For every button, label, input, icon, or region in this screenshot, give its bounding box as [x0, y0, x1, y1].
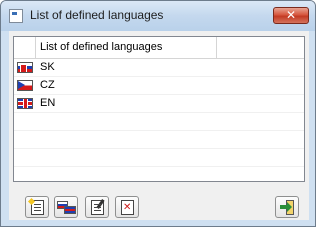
- delete-document-icon: [121, 200, 134, 215]
- language-code: EN: [40, 97, 56, 109]
- edit-document-icon: [91, 200, 104, 215]
- window-app-icon: [9, 9, 23, 23]
- slovakia-flag-icon: [17, 62, 33, 73]
- language-code: SK: [40, 61, 55, 73]
- exit-door-icon: [280, 200, 295, 215]
- list-header: List of defined languages: [14, 37, 304, 59]
- dialog-window: List of defined languages ✕ List of defi…: [0, 0, 316, 227]
- list-empty-row: [14, 131, 304, 149]
- list-empty-row: [14, 113, 304, 131]
- title-bar[interactable]: List of defined languages ✕: [1, 1, 315, 31]
- dialog-client-area: List of defined languages SK CZ EN: [9, 31, 309, 220]
- languages-button[interactable]: [54, 196, 78, 218]
- close-button[interactable]: ✕: [273, 7, 309, 24]
- czech-flag-icon: [17, 80, 33, 91]
- language-code: CZ: [40, 79, 55, 91]
- exit-button[interactable]: [275, 196, 299, 218]
- list-item-cz[interactable]: CZ: [14, 77, 304, 95]
- delete-language-button[interactable]: [115, 196, 139, 218]
- list-item-sk[interactable]: SK: [14, 59, 304, 77]
- list-item-en[interactable]: EN: [14, 95, 304, 113]
- list-header-languages-column[interactable]: List of defined languages: [36, 37, 217, 58]
- edit-language-button[interactable]: [85, 196, 109, 218]
- new-document-icon: [31, 200, 44, 215]
- list-header-flag-column[interactable]: [14, 37, 36, 58]
- uk-flag-icon: [17, 98, 33, 109]
- list-empty-row: [14, 149, 304, 167]
- language-flags-icon: [57, 201, 76, 214]
- new-language-button[interactable]: [25, 196, 49, 218]
- languages-list[interactable]: List of defined languages SK CZ EN: [13, 36, 305, 182]
- window-title: List of defined languages: [30, 8, 164, 22]
